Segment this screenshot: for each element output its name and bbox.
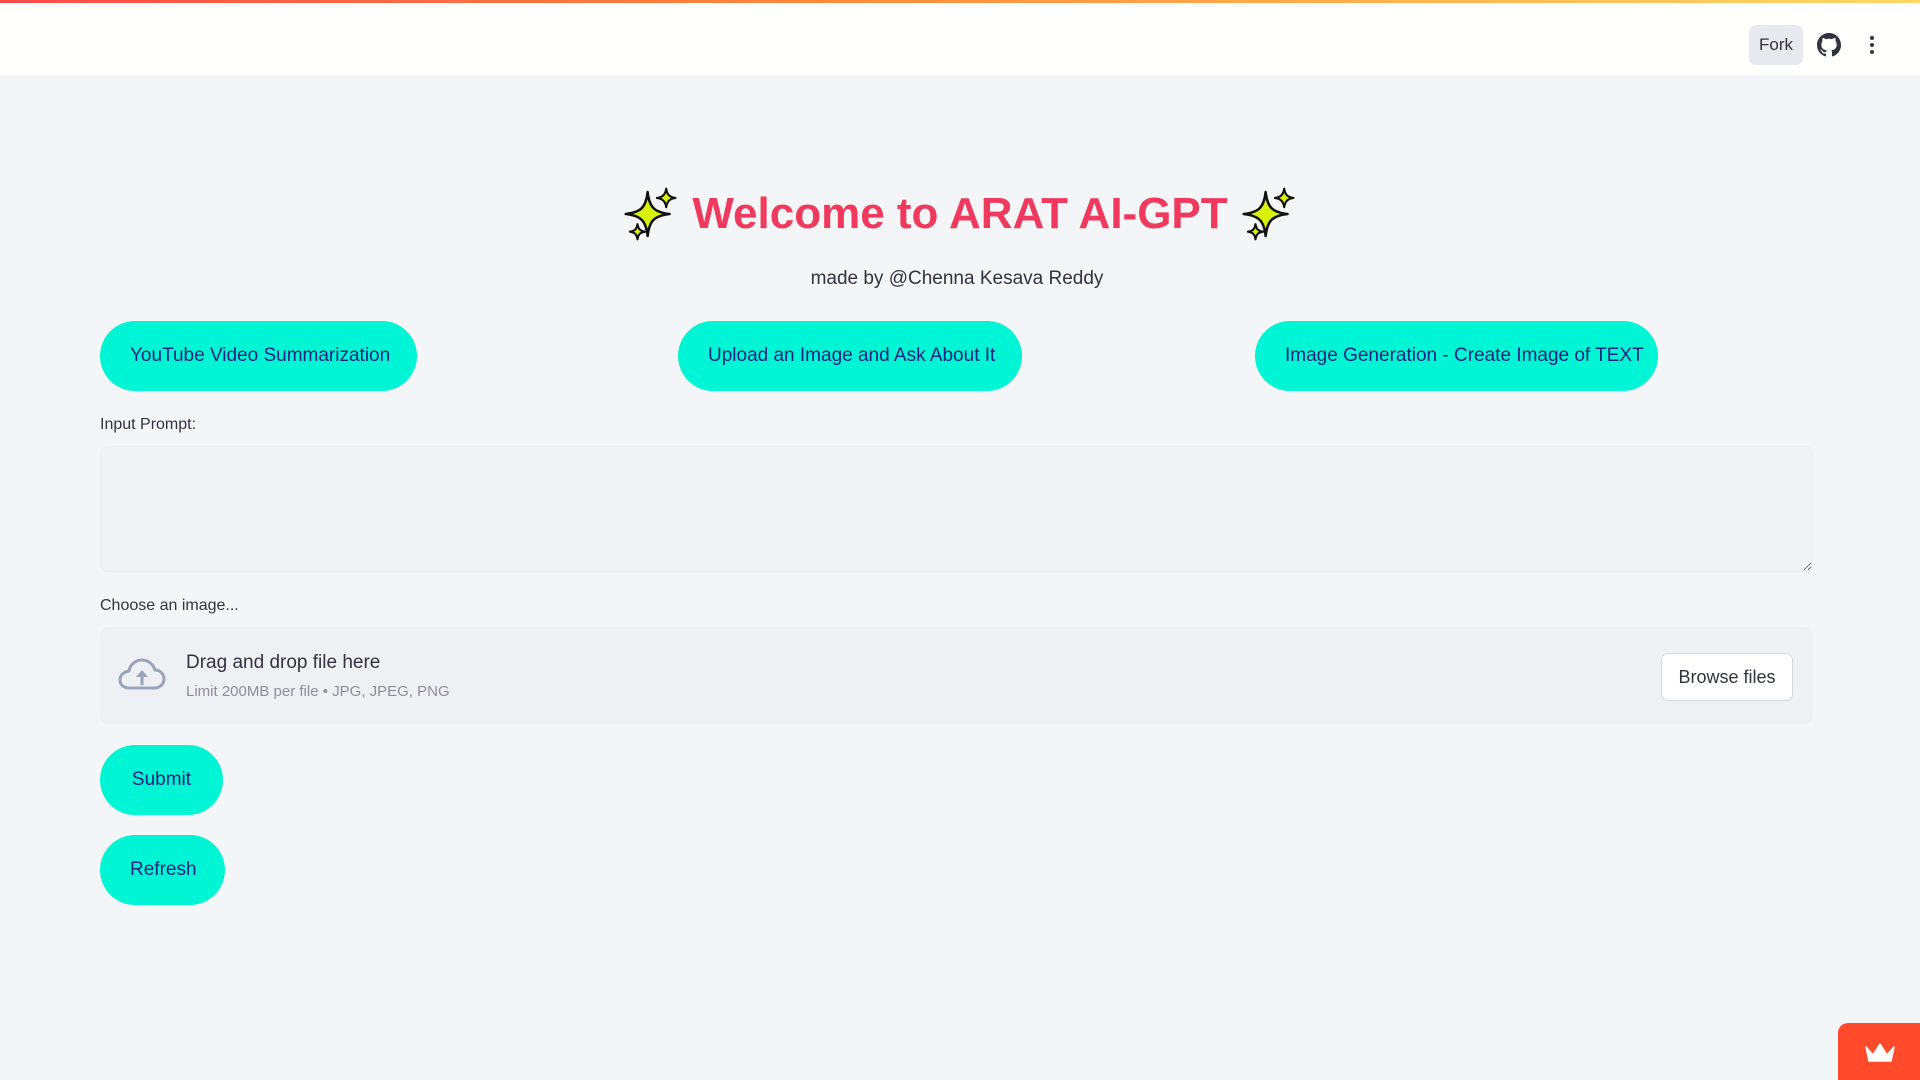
sparkle-icon bbox=[1242, 187, 1295, 241]
dropzone-title: Drag and drop file here bbox=[186, 652, 381, 673]
image-generation-button[interactable]: Image Generation - Create Image of TEXT bbox=[1255, 321, 1658, 391]
fork-button[interactable]: Fork bbox=[1749, 25, 1803, 65]
file-dropzone[interactable]: Drag and drop file here Limit 200MB per … bbox=[100, 627, 1813, 724]
image-uploader-label: Choose an image... bbox=[100, 597, 239, 614]
browse-files-button[interactable]: Browse files bbox=[1661, 653, 1793, 701]
crown-icon bbox=[1865, 1043, 1895, 1062]
upload-image-ask-button[interactable]: Upload an Image and Ask About It bbox=[678, 321, 1022, 391]
youtube-summarization-button[interactable]: YouTube Video Summarization bbox=[100, 321, 417, 391]
prompt-input[interactable] bbox=[100, 446, 1813, 572]
page-title: Welcome to ARAT AI-GPT bbox=[0, 184, 1920, 244]
dropzone-limit-text: Limit 200MB per file • JPG, JPEG, PNG bbox=[186, 683, 450, 700]
author-subtitle: made by @Chenna Kesava Reddy bbox=[810, 268, 1104, 289]
refresh-button[interactable]: Refresh bbox=[100, 835, 225, 905]
prompt-label: Input Prompt: bbox=[100, 416, 197, 433]
page-title-text: Welcome to ARAT AI-GPT bbox=[692, 189, 1228, 238]
app-header: Fork bbox=[0, 3, 1920, 75]
hosted-badge[interactable] bbox=[1838, 1023, 1920, 1080]
submit-button[interactable]: Submit bbox=[100, 745, 223, 815]
more-vertical-icon[interactable] bbox=[1860, 33, 1884, 57]
sparkle-icon bbox=[624, 187, 677, 241]
github-icon[interactable] bbox=[1817, 33, 1841, 57]
cloud-upload-icon bbox=[118, 658, 166, 690]
